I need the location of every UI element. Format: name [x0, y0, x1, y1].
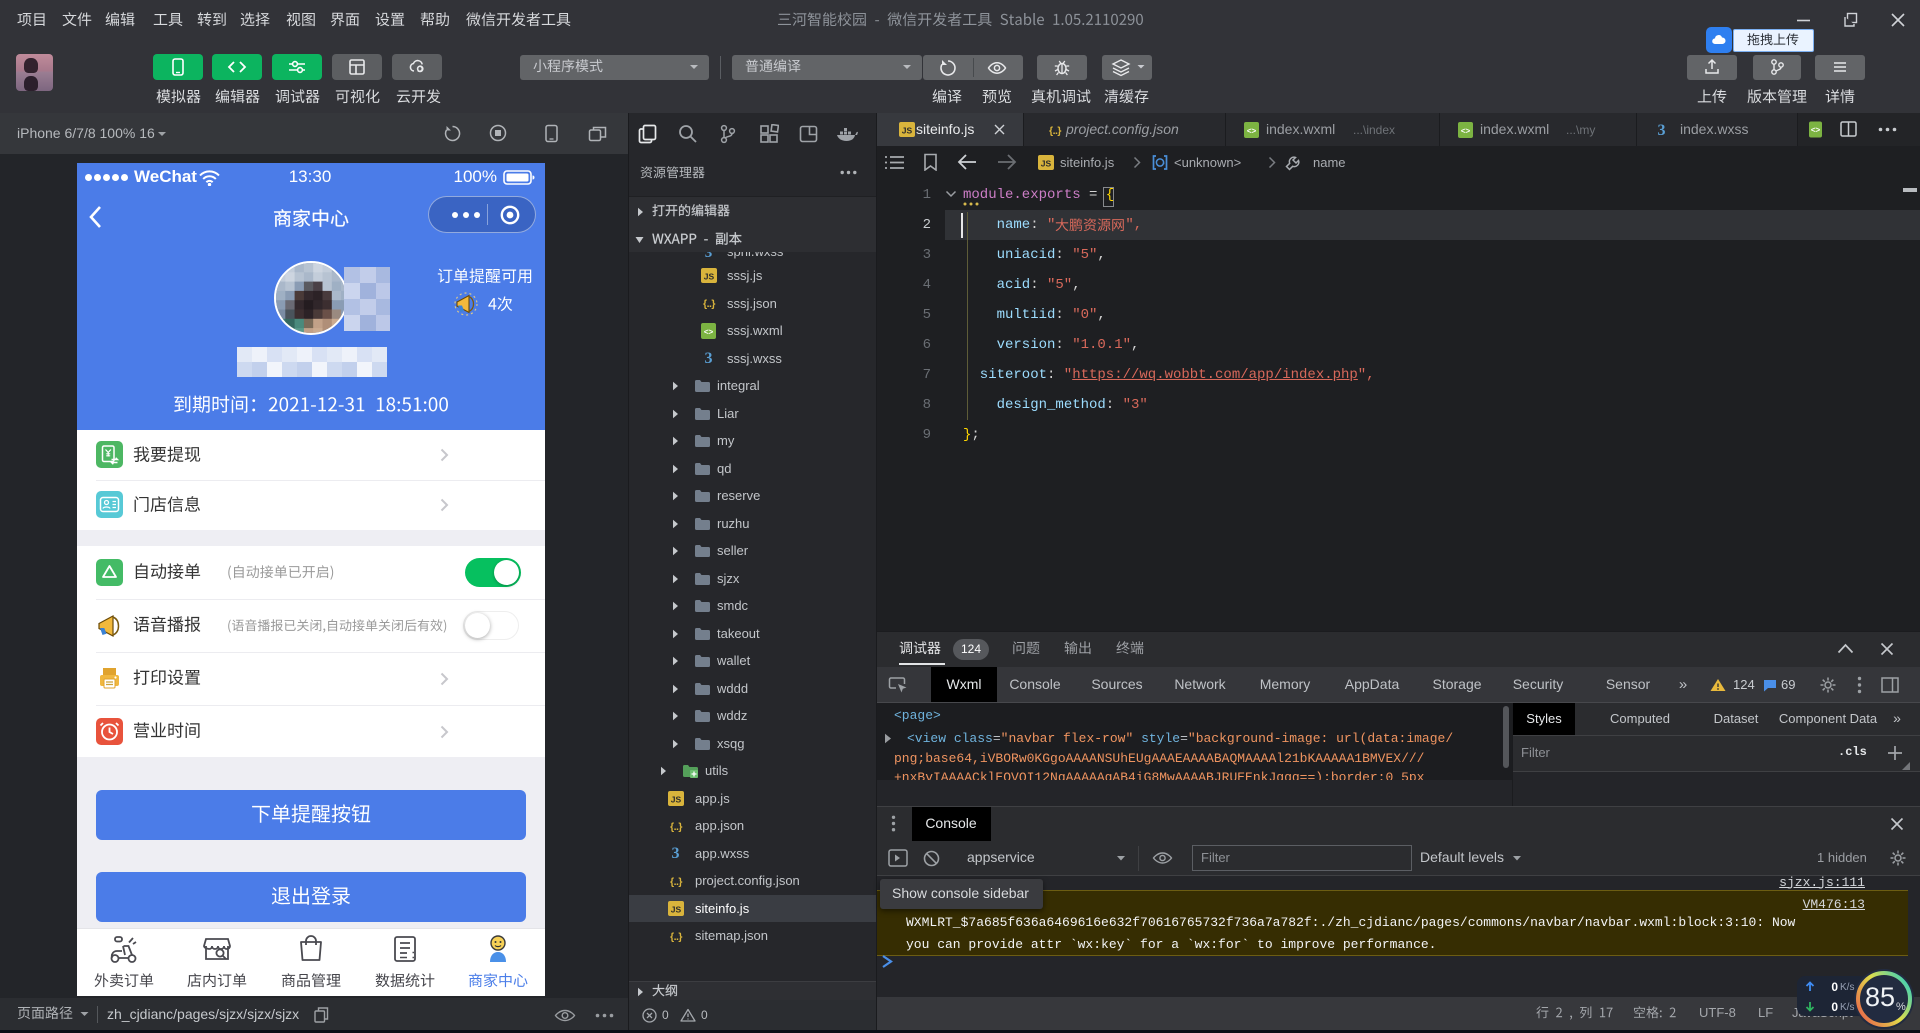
svg-text:{..}: {..}	[703, 298, 715, 310]
svg-text:<>: <>	[1461, 126, 1471, 135]
svg-text:3: 3	[672, 845, 680, 861]
svg-text:{..}: {..}	[670, 876, 682, 888]
svg-text:<>: <>	[1811, 126, 1821, 135]
svg-text:JS: JS	[671, 794, 682, 804]
svg-text:JS: JS	[671, 904, 682, 914]
svg-text:<>: <>	[1247, 126, 1257, 135]
svg-text:JS: JS	[902, 126, 913, 136]
svg-text:{..}: {..}	[670, 931, 682, 943]
svg-text:3: 3	[705, 252, 713, 260]
svg-text:{..}: {..}	[1049, 125, 1061, 137]
svg-text:<>: <>	[704, 327, 714, 336]
svg-text:{..}: {..}	[670, 821, 682, 833]
svg-text:JS: JS	[1041, 158, 1052, 168]
svg-text:3: 3	[1658, 122, 1666, 138]
svg-text:3: 3	[705, 350, 713, 366]
svg-text:JS: JS	[704, 272, 715, 282]
